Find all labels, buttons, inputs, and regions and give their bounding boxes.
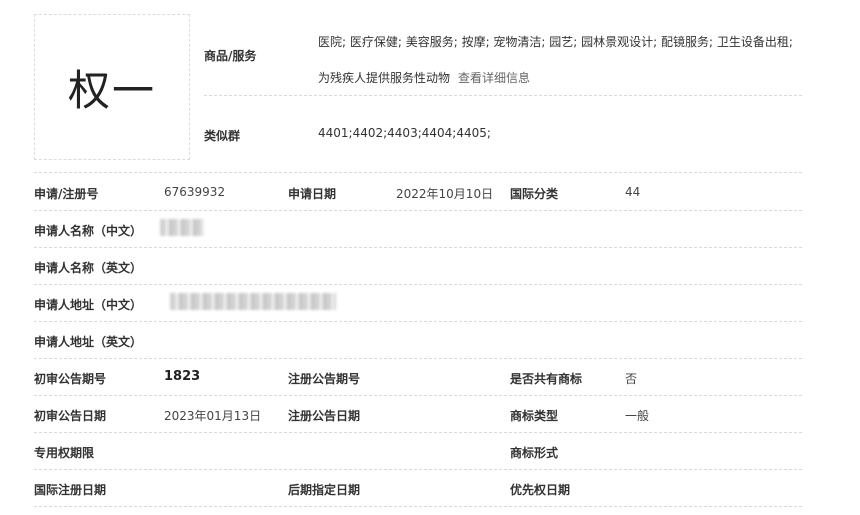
international-class-value: 44: [625, 185, 641, 199]
subsequent-designation-date-label: 后期指定日期: [288, 483, 361, 497]
info-row-prelim-announcement-date: 初审公告日期 2023年01月13日 注册公告日期 商标类型 一般: [34, 395, 802, 433]
international-registration-date-label: 国际注册日期: [34, 483, 107, 497]
info-row-applicant-address-cn: 申请人地址（中文）: [34, 284, 802, 322]
registration-announcement-issue-label: 注册公告期号: [288, 372, 361, 386]
info-row-applicant-address-en: 申请人地址（英文）: [34, 321, 802, 359]
goods-services-label: 商品/服务: [204, 49, 257, 63]
trademark-type-label: 商标类型: [510, 409, 559, 423]
application-number-label: 申请/注册号: [34, 187, 99, 201]
trademark-image: 权一: [34, 14, 190, 160]
applicant-address-en-label: 申请人地址（英文）: [34, 335, 143, 349]
info-row-prelim-announcement-issue: 初审公告期号 1823 注册公告期号 是否共有商标 否: [34, 358, 802, 396]
info-row-international-registration-date: 国际注册日期 后期指定日期 优先权日期: [34, 469, 802, 507]
view-details-link[interactable]: 查看详细信息: [458, 71, 530, 85]
shared-trademark-value: 否: [625, 372, 638, 386]
application-date-label: 申请日期: [288, 187, 337, 201]
redacted-applicant-address: [170, 293, 336, 310]
trademark-type-value: 一般: [625, 409, 650, 423]
prelim-announcement-issue-value: 1823: [164, 369, 201, 384]
redacted-applicant-name: [160, 219, 204, 236]
priority-date-label: 优先权日期: [510, 483, 571, 497]
info-row-application-number: 申请/注册号 67639932 申请日期 2022年10月10日 国际分类 44: [34, 173, 802, 211]
applicant-address-cn-label: 申请人地址（中文）: [34, 298, 143, 312]
info-row-exclusive-right-period: 专用权期限 商标形式: [34, 432, 802, 470]
applicant-name-en-label: 申请人名称（英文）: [34, 261, 143, 275]
prelim-announcement-date-value: 2023年01月13日: [164, 409, 262, 423]
application-date-value: 2022年10月10日: [396, 187, 494, 201]
trademark-form-label: 商标形式: [510, 446, 559, 460]
shared-trademark-label: 是否共有商标: [510, 372, 583, 386]
exclusive-right-period-label: 专用权期限: [34, 446, 95, 460]
similar-group-value: 4401;4402;4403;4404;4405;: [318, 126, 491, 140]
goods-services-text: 医院; 医疗保健; 美容服务; 按摩; 宠物清洁; 园艺; 园林景观设计; 配镜…: [318, 35, 793, 85]
registration-announcement-date-label: 注册公告日期: [288, 409, 361, 423]
similar-group-label: 类似群: [204, 129, 241, 143]
info-row-applicant-name-cn: 申请人名称（中文）: [34, 210, 802, 248]
applicant-name-cn-label: 申请人名称（中文）: [34, 224, 143, 238]
info-row-applicant-name-en: 申请人名称（英文）: [34, 247, 802, 285]
prelim-announcement-date-label: 初审公告日期: [34, 409, 107, 423]
divider: [204, 95, 802, 96]
application-number-value: 67639932: [164, 185, 226, 199]
prelim-announcement-issue-label: 初审公告期号: [34, 372, 107, 386]
international-class-label: 国际分类: [510, 187, 559, 201]
trademark-logo-text: 权一: [67, 65, 156, 115]
goods-services-value: 医院; 医疗保健; 美容服务; 按摩; 宠物清洁; 园艺; 园林景观设计; 配镜…: [318, 24, 808, 96]
